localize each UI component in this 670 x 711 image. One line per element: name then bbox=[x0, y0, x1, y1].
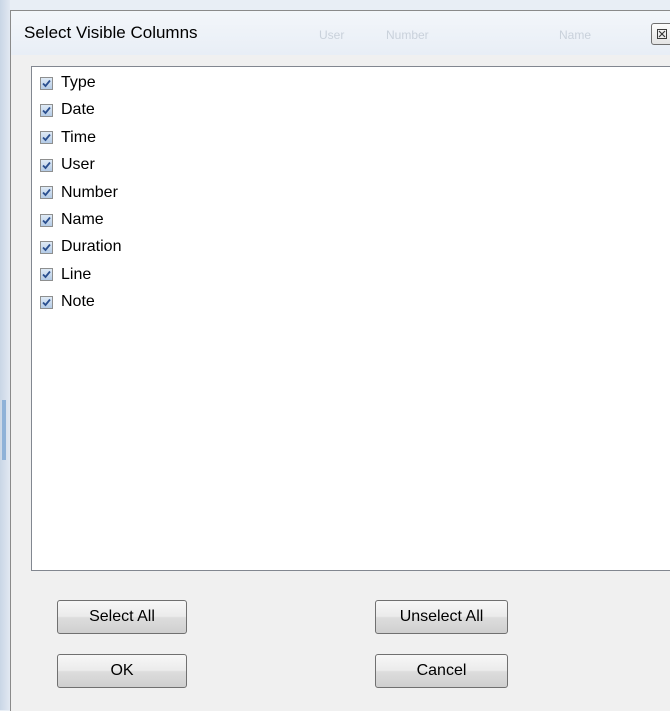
checkmark-icon bbox=[42, 189, 51, 197]
checkmark-icon bbox=[42, 161, 51, 170]
checkmark-icon bbox=[42, 106, 51, 115]
checkmark-icon bbox=[42, 134, 51, 142]
unselect-all-button[interactable]: Unselect All bbox=[375, 600, 508, 634]
column-checkbox[interactable] bbox=[40, 158, 53, 172]
column-checkbox[interactable] bbox=[40, 103, 53, 117]
column-item-number[interactable]: Number bbox=[40, 181, 118, 205]
column-item-label: Date bbox=[61, 101, 95, 119]
column-item-label: Duration bbox=[61, 238, 122, 256]
columns-listbox[interactable]: Type Date Time User Number Name Duration Line No… bbox=[31, 66, 670, 571]
background-window-edge bbox=[0, 0, 10, 710]
column-checkbox[interactable] bbox=[40, 131, 53, 145]
column-checkbox[interactable] bbox=[40, 268, 53, 282]
ok-button[interactable]: OK bbox=[57, 654, 187, 688]
checkmark-icon bbox=[42, 243, 51, 252]
title-bar[interactable]: Select Visible Columns User Number Name bbox=[11, 11, 670, 55]
checkmark-icon bbox=[42, 216, 51, 224]
column-checkbox[interactable] bbox=[40, 186, 53, 200]
column-item-user[interactable]: User bbox=[40, 153, 95, 177]
checkmark-icon bbox=[42, 298, 51, 307]
select-visible-columns-dialog: Select Visible Columns User Number Name … bbox=[10, 10, 670, 711]
close-button[interactable] bbox=[651, 23, 670, 45]
column-item-label: Number bbox=[61, 183, 118, 201]
ghost-header-number: Number bbox=[386, 28, 429, 42]
ghost-header-user: User bbox=[319, 28, 345, 42]
close-icon bbox=[657, 29, 667, 39]
column-item-label: Name bbox=[61, 211, 104, 228]
column-item-type[interactable]: Type bbox=[40, 71, 96, 95]
column-item-label: Type bbox=[61, 74, 96, 91]
dialog-title: Select Visible Columns bbox=[24, 23, 198, 42]
column-item-date[interactable]: Date bbox=[40, 98, 95, 122]
cancel-button[interactable]: Cancel bbox=[375, 654, 508, 688]
column-checkbox[interactable] bbox=[40, 213, 53, 227]
column-checkbox[interactable] bbox=[40, 295, 53, 309]
column-item-label: Note bbox=[61, 293, 95, 311]
checkmark-icon bbox=[42, 79, 51, 87]
column-item-label: Line bbox=[61, 265, 92, 283]
column-item-label: Time bbox=[61, 128, 96, 146]
background-scroll-mark bbox=[2, 400, 6, 460]
checkmark-icon bbox=[42, 271, 51, 279]
column-item-label: User bbox=[61, 156, 95, 174]
column-item-note[interactable]: Note bbox=[40, 290, 95, 314]
column-item-time[interactable]: Time bbox=[40, 126, 96, 150]
column-checkbox[interactable] bbox=[40, 76, 53, 90]
column-item-line[interactable]: Line bbox=[40, 263, 91, 287]
column-item-duration[interactable]: Duration bbox=[40, 235, 121, 259]
column-item-name[interactable]: Name bbox=[40, 208, 104, 232]
column-checkbox[interactable] bbox=[40, 240, 53, 254]
ghost-header-name: Name bbox=[559, 28, 592, 42]
select-all-button[interactable]: Select All bbox=[57, 600, 187, 634]
